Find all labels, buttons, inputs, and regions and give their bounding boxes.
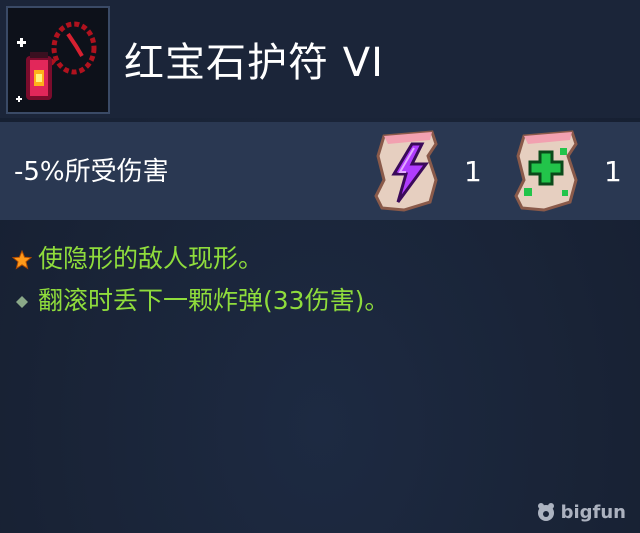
effect-text: 使隐形的敌人现形。 (38, 244, 264, 273)
brutality-scroll (370, 126, 450, 220)
survival-scroll (510, 126, 590, 220)
effects-list: 使隐形的敌人现形。 翻滚时丢下一颗炸弹(33伤害)。 (12, 238, 389, 322)
damage-modifier-stat: -5%所受伤害 (14, 157, 169, 187)
watermark-text: bigfun (560, 501, 626, 523)
effect-text: 翻滚时丢下一颗炸弹(33伤害)。 (38, 286, 390, 315)
bigfun-logo-icon (537, 503, 554, 521)
item-tooltip: 红宝石护符 VI -5%所受伤害 1 1 使隐形的敌人现形。 翻滚时丢下一颗炸弹… (0, 0, 640, 533)
stat-row: -5%所受伤害 1 1 (0, 122, 640, 220)
brutality-scroll-icon (374, 130, 438, 212)
item-icon-frame (6, 6, 110, 114)
survival-scroll-icon (514, 130, 578, 212)
brutality-scroll-count: 1 (464, 155, 482, 188)
star-icon (12, 250, 32, 270)
ruby-amulet-icon (16, 21, 97, 102)
effect-item: 使隐形的敌人现形。 (12, 238, 389, 280)
diamond-bullet-icon (16, 296, 28, 308)
item-title: 红宝石护符 VI (124, 40, 384, 86)
effect-item: 翻滚时丢下一颗炸弹(33伤害)。 (12, 280, 389, 322)
survival-scroll-count: 1 (604, 155, 622, 188)
watermark: bigfun (535, 501, 626, 523)
tooltip-header: 红宝石护符 VI (0, 0, 640, 118)
